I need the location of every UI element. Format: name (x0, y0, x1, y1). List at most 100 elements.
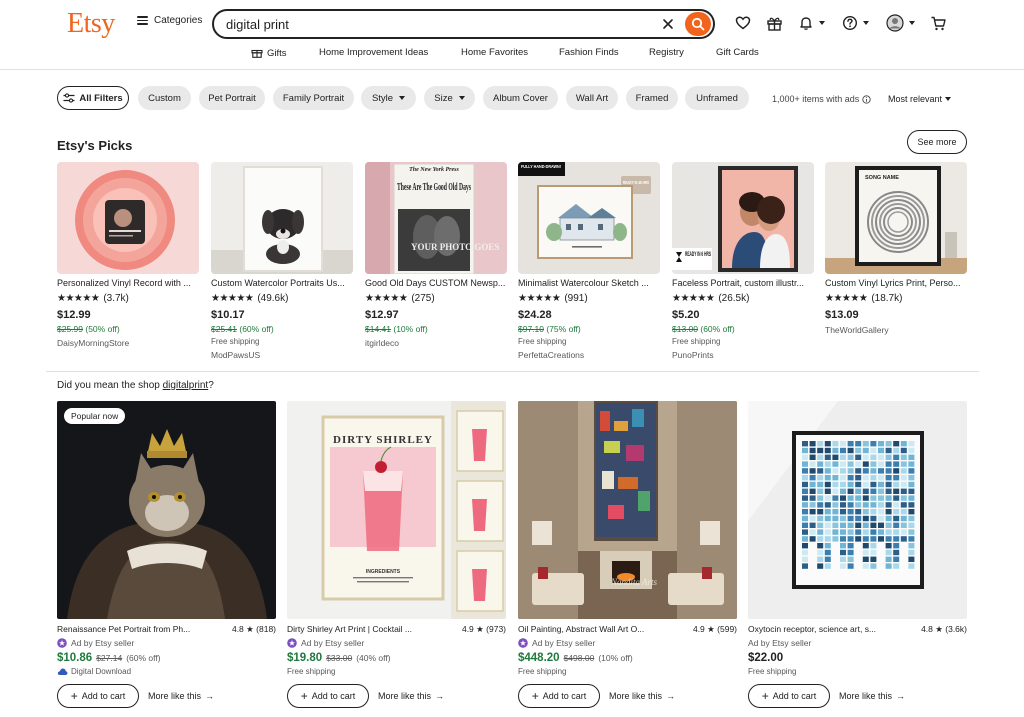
pick-card[interactable]: READY IN 6 HRS Faceless Portrait, custom… (672, 162, 814, 360)
filter-pill-custom[interactable]: Custom (138, 86, 191, 110)
mosaic-tile (900, 454, 907, 460)
mosaic-tile (824, 563, 831, 569)
mosaic-tile (900, 475, 907, 481)
shopping-cart-icon[interactable] (930, 13, 947, 33)
listing-card[interactable]: Popular now Renaissance Pet Portrait fro… (57, 401, 276, 708)
filter-pill-unframed[interactable]: Unframed (685, 86, 749, 110)
favorites-heart-icon[interactable] (735, 13, 751, 33)
search-button[interactable] (685, 12, 711, 36)
pick-card[interactable]: SONG NAME Custom Vinyl Lyrics Print, Per… (825, 162, 967, 335)
pick-title[interactable]: Custom Watercolor Portraits Us... (211, 278, 353, 288)
mosaic-tile (802, 563, 808, 569)
more-like-this-link[interactable]: More like this → (839, 691, 905, 701)
pick-title[interactable]: Good Old Days CUSTOM Newsp... (365, 278, 507, 288)
chevron-down-icon (863, 21, 869, 25)
pick-title[interactable]: Faceless Portrait, custom illustr... (672, 278, 814, 288)
listing-price: $22.00 (748, 652, 967, 664)
mosaic-tile (870, 481, 877, 488)
more-like-this-link[interactable]: More like this → (609, 691, 675, 701)
filter-pill-pet-portrait[interactable]: Pet Portrait (199, 86, 265, 110)
pick-card[interactable]: Custom Watercolor Portraits Us... ★★★★★(… (211, 162, 353, 360)
listing-image-science-art[interactable] (748, 401, 967, 619)
info-icon[interactable] (862, 94, 871, 104)
listing-title[interactable]: Renaissance Pet Portrait from Ph... (57, 624, 217, 635)
mosaic-tile (840, 454, 846, 460)
subnav-home-favorites[interactable]: Home Favorites (461, 47, 528, 58)
pick-shipping: Free shipping (672, 337, 721, 346)
mosaic-tile (885, 475, 892, 481)
plus-icon: + (70, 689, 78, 703)
see-more-button[interactable]: See more (907, 130, 967, 154)
help-icon[interactable] (842, 13, 869, 33)
listing-was-price: $498.00 (563, 653, 595, 663)
pick-title[interactable]: Minimalist Watercolour Sketch ... (518, 278, 660, 288)
pick-shop-name[interactable]: itgirldeco (365, 338, 507, 348)
search-input[interactable] (226, 16, 646, 32)
mosaic-tile (862, 563, 869, 569)
ad-label: Ad by Etsy seller (518, 638, 737, 648)
mosaic-tile (862, 461, 869, 467)
pick-image-faceless-portrait[interactable]: READY IN 6 HRS (672, 162, 814, 274)
pick-image-newspaper[interactable]: The New York Press These Are The Good Ol… (365, 162, 507, 274)
mosaic-tile (878, 475, 884, 481)
listing-discount: (60% off) (126, 653, 161, 663)
pick-shop-name[interactable]: ModPawsUS (211, 350, 353, 360)
pick-review-count: (18.7k) (871, 293, 903, 304)
more-like-this-link[interactable]: More like this → (148, 691, 214, 701)
pick-image-lyrics-print[interactable]: SONG NAME (825, 162, 967, 274)
pick-card[interactable]: FULLY HAND-DRAWN! READY IN 48 HRS Minima… (518, 162, 660, 360)
sort-dropdown[interactable]: Most relevant (888, 94, 952, 104)
filter-pill-album-cover[interactable]: Album Cover (483, 86, 558, 110)
mosaic-tile (824, 447, 831, 454)
subnav-gift-cards[interactable]: Gift Cards (716, 47, 759, 58)
subnav-gifts[interactable]: Gifts (251, 47, 287, 59)
add-to-cart-button[interactable]: + Add to cart (287, 684, 369, 708)
filter-pill-wall-art[interactable]: Wall Art (566, 86, 618, 110)
listing-title[interactable]: Oxytocin receptor, science art, s... (748, 624, 908, 635)
all-filters-button[interactable]: All Filters (57, 86, 129, 110)
filter-pill-style[interactable]: Style (361, 86, 416, 110)
listing-discount: (40% off) (356, 653, 391, 663)
pick-title[interactable]: Custom Vinyl Lyrics Print, Perso... (825, 278, 967, 288)
gift-box-icon[interactable] (766, 13, 783, 33)
listing-image-abstract-painting[interactable]: Nandita Arts (518, 401, 737, 619)
did-you-mean-shop-link[interactable]: digitalprint (163, 380, 209, 391)
listing-title[interactable]: Dirty Shirley Art Print | Cocktail ... (287, 624, 447, 635)
clear-search-icon[interactable] (659, 15, 677, 33)
pick-shop-name[interactable]: PerfettaCreations (518, 350, 660, 360)
pick-image-vinyl[interactable] (57, 162, 199, 274)
account-avatar-icon[interactable] (886, 13, 915, 33)
etsy-logo[interactable]: Etsy (67, 8, 115, 40)
add-to-cart-button[interactable]: + Add to cart (518, 684, 600, 708)
add-to-cart-button[interactable]: + Add to cart (57, 684, 139, 708)
listing-card[interactable]: DIRTY SHIRLEY INGREDIENTS Dirty Shirley … (287, 401, 506, 708)
subnav-fashion-finds[interactable]: Fashion Finds (559, 47, 619, 58)
pick-card[interactable]: Personalized Vinyl Record with ... ★★★★★… (57, 162, 199, 348)
mosaic-tile (908, 556, 915, 562)
filter-pill-family-portrait[interactable]: Family Portrait (273, 86, 354, 110)
pick-shop-name[interactable]: DaisyMorningStore (57, 338, 199, 348)
pick-card[interactable]: The New York Press These Are The Good Ol… (365, 162, 507, 348)
subnav-registry[interactable]: Registry (649, 47, 684, 58)
subnav-home-improvement[interactable]: Home Improvement Ideas (319, 47, 428, 58)
categories-button[interactable]: Categories (137, 15, 202, 26)
pick-shop-name[interactable]: PunoPrints (672, 350, 814, 360)
listing-title[interactable]: Oil Painting, Abstract Wall Art O... (518, 624, 678, 635)
mosaic-tile (900, 509, 907, 515)
pick-title[interactable]: Personalized Vinyl Record with ... (57, 278, 199, 288)
pick-image-house-sketch[interactable]: FULLY HAND-DRAWN! READY IN 48 HRS (518, 162, 660, 274)
pick-image-dog-portrait[interactable] (211, 162, 353, 274)
mosaic-tile (870, 495, 877, 501)
listing-card[interactable]: Nandita Arts Oil Painting, Abstract Wall… (518, 401, 737, 708)
more-like-this-link[interactable]: More like this → (378, 691, 444, 701)
listing-card[interactable]: Oxytocin receptor, science art, s... 4.8 … (748, 401, 967, 708)
pick-shop-name[interactable]: TheWorldGallery (825, 325, 967, 335)
mosaic-tile (862, 441, 869, 447)
listing-image-cat-portrait[interactable]: Popular now (57, 401, 276, 619)
mosaic-tile (900, 515, 907, 522)
add-to-cart-button[interactable]: + Add to cart (748, 684, 830, 708)
notifications-bell-icon[interactable] (798, 13, 825, 33)
listing-image-cocktail-print[interactable]: DIRTY SHIRLEY INGREDIENTS (287, 401, 506, 619)
filter-pill-size[interactable]: Size (424, 86, 475, 110)
filter-pill-framed[interactable]: Framed (626, 86, 678, 110)
